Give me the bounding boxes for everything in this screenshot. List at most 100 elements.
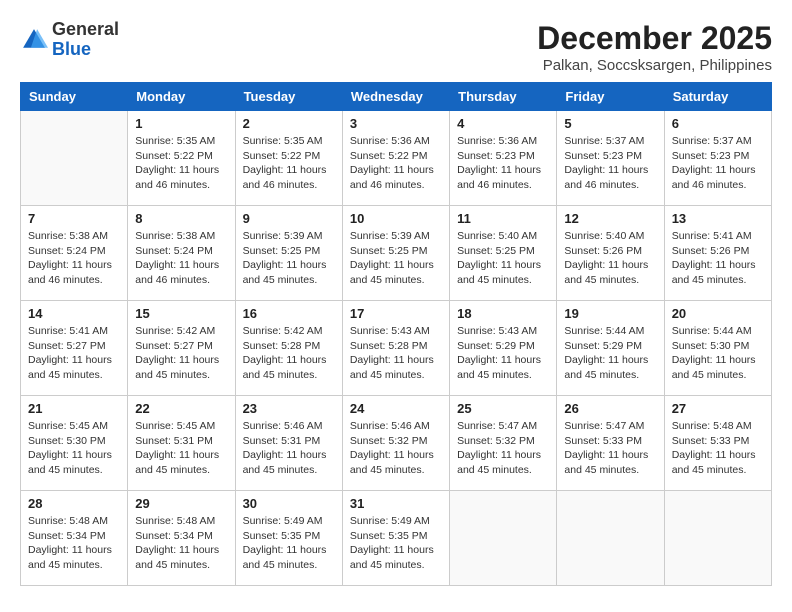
page-header: General Blue December 2025 Palkan, Soccs… xyxy=(20,20,772,74)
day-info: Sunrise: 5:43 AM Sunset: 5:29 PM Dayligh… xyxy=(457,324,549,383)
calendar-cell: 19Sunrise: 5:44 AM Sunset: 5:29 PM Dayli… xyxy=(557,301,664,396)
calendar-cell: 31 Sunrise: 5:49 AM Sunset: 5:35 PM Dayli… xyxy=(342,491,449,586)
weekday-header-tuesday: Tuesday xyxy=(235,83,342,111)
weekday-header-monday: Monday xyxy=(128,83,235,111)
calendar-cell: 16 Sunrise: 5:42 AM Sunset: 5:28 PM Dayli… xyxy=(235,301,342,396)
day-number: 4 xyxy=(457,116,549,131)
day-number: 7 xyxy=(28,211,120,226)
day-info: Sunrise: 5:48 AM Sunset: 5:34 PM Dayligh… xyxy=(135,514,227,573)
calendar-cell: 2Sunrise: 5:35 AM Sunset: 5:22 PM Daylig… xyxy=(235,111,342,206)
weekday-header-friday: Friday xyxy=(557,83,664,111)
calendar-cell: 26Sunrise: 5:47 AM Sunset: 5:33 PM Dayli… xyxy=(557,396,664,491)
day-info: Sunrise: 5:47 AM Sunset: 5:32 PM Dayligh… xyxy=(457,419,549,478)
day-number: 17 xyxy=(350,306,442,321)
day-info: Sunrise: 5:43 AM Sunset: 5:28 PM Dayligh… xyxy=(350,324,442,383)
day-number: 13 xyxy=(672,211,764,226)
calendar-cell xyxy=(664,491,771,586)
calendar-cell: 8 Sunrise: 5:38 AM Sunset: 5:24 PM Daylig… xyxy=(128,206,235,301)
calendar-cell: 27 Sunrise: 5:48 AM Sunset: 5:33 PM Dayli… xyxy=(664,396,771,491)
day-number: 15 xyxy=(135,306,227,321)
calendar-cell: 30Sunrise: 5:49 AM Sunset: 5:35 PM Dayli… xyxy=(235,491,342,586)
day-info: Sunrise: 5:42 AM Sunset: 5:28 PM Dayligh… xyxy=(243,324,335,383)
day-number: 8 xyxy=(135,211,227,226)
week-row-3: 14 Sunrise: 5:41 AM Sunset: 5:27 PM Dayli… xyxy=(21,301,772,396)
calendar-cell: 4 Sunrise: 5:36 AM Sunset: 5:23 PM Daylig… xyxy=(450,111,557,206)
logo: General Blue xyxy=(20,20,119,60)
day-number: 3 xyxy=(350,116,442,131)
calendar-cell: 14 Sunrise: 5:41 AM Sunset: 5:27 PM Dayli… xyxy=(21,301,128,396)
day-number: 25 xyxy=(457,401,549,416)
day-number: 11 xyxy=(457,211,549,226)
weekday-header-row: SundayMondayTuesdayWednesdayThursdayFrid… xyxy=(21,83,772,111)
day-number: 16 xyxy=(243,306,335,321)
day-info: Sunrise: 5:37 AM Sunset: 5:23 PM Dayligh… xyxy=(672,134,764,193)
calendar-cell: 28 Sunrise: 5:48 AM Sunset: 5:34 PM Dayli… xyxy=(21,491,128,586)
day-number: 31 xyxy=(350,496,442,511)
day-info: Sunrise: 5:38 AM Sunset: 5:24 PM Dayligh… xyxy=(135,229,227,288)
logo-general-text: General xyxy=(52,19,119,39)
day-info: Sunrise: 5:38 AM Sunset: 5:24 PM Dayligh… xyxy=(28,229,120,288)
weekday-header-wednesday: Wednesday xyxy=(342,83,449,111)
day-info: Sunrise: 5:44 AM Sunset: 5:30 PM Dayligh… xyxy=(672,324,764,383)
week-row-1: 1 Sunrise: 5:35 AM Sunset: 5:22 PM Daylig… xyxy=(21,111,772,206)
day-number: 14 xyxy=(28,306,120,321)
day-number: 28 xyxy=(28,496,120,511)
weekday-header-thursday: Thursday xyxy=(450,83,557,111)
day-info: Sunrise: 5:35 AM Sunset: 5:22 PM Dayligh… xyxy=(135,134,227,193)
logo-blue-text: Blue xyxy=(52,39,91,59)
weekday-header-saturday: Saturday xyxy=(664,83,771,111)
day-number: 24 xyxy=(350,401,442,416)
calendar-cell: 15Sunrise: 5:42 AM Sunset: 5:27 PM Dayli… xyxy=(128,301,235,396)
calendar-cell: 1 Sunrise: 5:35 AM Sunset: 5:22 PM Daylig… xyxy=(128,111,235,206)
calendar-cell xyxy=(450,491,557,586)
day-info: Sunrise: 5:40 AM Sunset: 5:26 PM Dayligh… xyxy=(564,229,656,288)
day-info: Sunrise: 5:46 AM Sunset: 5:31 PM Dayligh… xyxy=(243,419,335,478)
calendar-cell: 24Sunrise: 5:46 AM Sunset: 5:32 PM Dayli… xyxy=(342,396,449,491)
calendar-cell: 29 Sunrise: 5:48 AM Sunset: 5:34 PM Dayli… xyxy=(128,491,235,586)
day-number: 12 xyxy=(564,211,656,226)
calendar-cell: 17 Sunrise: 5:43 AM Sunset: 5:28 PM Dayli… xyxy=(342,301,449,396)
day-number: 6 xyxy=(672,116,764,131)
week-row-5: 28 Sunrise: 5:48 AM Sunset: 5:34 PM Dayli… xyxy=(21,491,772,586)
month-title: December 2025 xyxy=(537,20,772,57)
calendar-cell: 11Sunrise: 5:40 AM Sunset: 5:25 PM Dayli… xyxy=(450,206,557,301)
day-info: Sunrise: 5:39 AM Sunset: 5:25 PM Dayligh… xyxy=(243,229,335,288)
day-info: Sunrise: 5:41 AM Sunset: 5:26 PM Dayligh… xyxy=(672,229,764,288)
calendar-cell: 23 Sunrise: 5:46 AM Sunset: 5:31 PM Dayli… xyxy=(235,396,342,491)
day-info: Sunrise: 5:36 AM Sunset: 5:23 PM Dayligh… xyxy=(457,134,549,193)
day-info: Sunrise: 5:44 AM Sunset: 5:29 PM Dayligh… xyxy=(564,324,656,383)
day-number: 10 xyxy=(350,211,442,226)
day-info: Sunrise: 5:45 AM Sunset: 5:30 PM Dayligh… xyxy=(28,419,120,478)
calendar-cell: 6 Sunrise: 5:37 AM Sunset: 5:23 PM Daylig… xyxy=(664,111,771,206)
logo-icon xyxy=(20,26,48,54)
calendar-cell: 22 Sunrise: 5:45 AM Sunset: 5:31 PM Dayli… xyxy=(128,396,235,491)
day-info: Sunrise: 5:36 AM Sunset: 5:22 PM Dayligh… xyxy=(350,134,442,193)
day-info: Sunrise: 5:37 AM Sunset: 5:23 PM Dayligh… xyxy=(564,134,656,193)
calendar-cell: 9Sunrise: 5:39 AM Sunset: 5:25 PM Daylig… xyxy=(235,206,342,301)
day-info: Sunrise: 5:41 AM Sunset: 5:27 PM Dayligh… xyxy=(28,324,120,383)
week-row-2: 7 Sunrise: 5:38 AM Sunset: 5:24 PM Daylig… xyxy=(21,206,772,301)
day-info: Sunrise: 5:35 AM Sunset: 5:22 PM Dayligh… xyxy=(243,134,335,193)
calendar-cell xyxy=(557,491,664,586)
calendar-cell: 12 Sunrise: 5:40 AM Sunset: 5:26 PM Dayli… xyxy=(557,206,664,301)
day-info: Sunrise: 5:49 AM Sunset: 5:35 PM Dayligh… xyxy=(350,514,442,573)
day-number: 29 xyxy=(135,496,227,511)
calendar-cell: 21Sunrise: 5:45 AM Sunset: 5:30 PM Dayli… xyxy=(21,396,128,491)
day-number: 20 xyxy=(672,306,764,321)
calendar-table: SundayMondayTuesdayWednesdayThursdayFrid… xyxy=(20,82,772,586)
day-number: 30 xyxy=(243,496,335,511)
calendar-cell: 13 Sunrise: 5:41 AM Sunset: 5:26 PM Dayli… xyxy=(664,206,771,301)
day-number: 27 xyxy=(672,401,764,416)
logo-text: General Blue xyxy=(52,20,119,60)
week-row-4: 21Sunrise: 5:45 AM Sunset: 5:30 PM Dayli… xyxy=(21,396,772,491)
day-number: 23 xyxy=(243,401,335,416)
day-number: 22 xyxy=(135,401,227,416)
calendar-cell: 20 Sunrise: 5:44 AM Sunset: 5:30 PM Dayli… xyxy=(664,301,771,396)
day-info: Sunrise: 5:48 AM Sunset: 5:34 PM Dayligh… xyxy=(28,514,120,573)
day-number: 1 xyxy=(135,116,227,131)
calendar-cell: 7 Sunrise: 5:38 AM Sunset: 5:24 PM Daylig… xyxy=(21,206,128,301)
calendar-cell: 18Sunrise: 5:43 AM Sunset: 5:29 PM Dayli… xyxy=(450,301,557,396)
day-info: Sunrise: 5:45 AM Sunset: 5:31 PM Dayligh… xyxy=(135,419,227,478)
day-info: Sunrise: 5:48 AM Sunset: 5:33 PM Dayligh… xyxy=(672,419,764,478)
day-number: 26 xyxy=(564,401,656,416)
